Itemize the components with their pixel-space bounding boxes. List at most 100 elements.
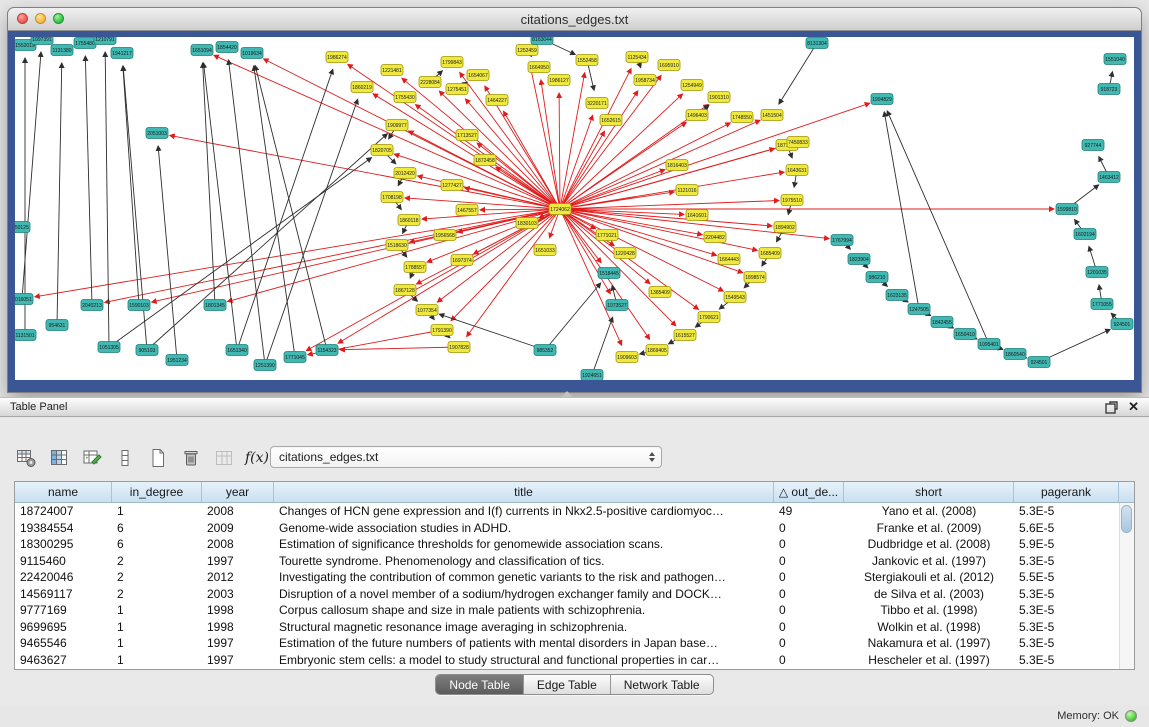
- graph-edge[interactable]: [402, 78, 560, 209]
- graph-node[interactable]: 1602194: [1074, 229, 1096, 240]
- graph-node[interactable]: 1790621: [698, 312, 720, 323]
- column-header-title[interactable]: title: [274, 482, 774, 502]
- delete-table-icon[interactable]: [179, 446, 203, 470]
- graph-node[interactable]: 1956568: [434, 230, 456, 241]
- table-cell[interactable]: 2008: [202, 537, 274, 551]
- graph-node[interactable]: 1695910: [658, 60, 680, 71]
- close-panel-icon[interactable]: ✕: [1128, 401, 1139, 413]
- table-cell[interactable]: 5.5E-5: [1014, 570, 1119, 584]
- graph-node[interactable]: 1552458: [576, 55, 598, 66]
- float-panel-icon[interactable]: [1105, 401, 1118, 414]
- table-cell[interactable]: 6: [112, 521, 202, 535]
- network-view-canvas[interactable]: 1724062198627418602191221481175543022280…: [15, 37, 1134, 380]
- table-cell[interactable]: 9465546: [15, 636, 112, 650]
- new-table-icon[interactable]: [146, 446, 170, 470]
- graph-node[interactable]: 1867128: [394, 285, 416, 296]
- graph-edge[interactable]: [85, 56, 92, 305]
- graph-node[interactable]: 1201035: [1086, 267, 1108, 278]
- graph-node[interactable]: 918723: [1098, 84, 1120, 95]
- graph-node[interactable]: 954631: [46, 320, 68, 331]
- table-row[interactable]: 946362711997Embryonic stem cells: a mode…: [15, 652, 1134, 669]
- tab-edge-table[interactable]: Edge Table: [524, 675, 611, 694]
- graph-node[interactable]: 7450833: [787, 137, 809, 148]
- graph-node[interactable]: 1697374: [451, 255, 473, 266]
- zoom-window-button[interactable]: [53, 13, 64, 24]
- graph-node[interactable]: 1221481: [381, 65, 403, 76]
- table-cell[interactable]: Tibbo et al. (1998): [844, 603, 1014, 617]
- close-window-button[interactable]: [17, 13, 28, 24]
- table-cell[interactable]: 5.3E-5: [1014, 554, 1119, 568]
- graph-node[interactable]: 1909603: [616, 352, 638, 363]
- table-row[interactable]: 1830029562008Estimation of significance …: [15, 536, 1134, 553]
- function-builder-icon[interactable]: f(x): [245, 446, 269, 470]
- graph-edge[interactable]: [560, 75, 661, 209]
- graph-node[interactable]: 1095401: [978, 339, 1000, 350]
- table-cell[interactable]: Investigating the contribution of common…: [274, 570, 774, 584]
- table-scrollbar[interactable]: [1119, 503, 1134, 669]
- graph-node[interactable]: 8163044: [531, 37, 553, 45]
- column-header-name[interactable]: name: [15, 482, 112, 502]
- table-cell[interactable]: Dudbridge et al. (2008): [844, 537, 1014, 551]
- table-cell[interactable]: Estimation of significance thresholds fo…: [274, 537, 774, 551]
- table-cell[interactable]: 1: [112, 603, 202, 617]
- citation-network-graph[interactable]: 1724062198627418602191221481175543022280…: [15, 37, 1134, 380]
- graph-node[interactable]: 1154323: [316, 345, 338, 356]
- column-header-in-degree[interactable]: in_degree: [112, 482, 202, 502]
- graph-node[interactable]: 1830103: [516, 218, 538, 229]
- graph-node[interactable]: 1251390: [254, 360, 276, 371]
- graph-edge[interactable]: [123, 66, 139, 305]
- table-cell[interactable]: de Silva et al. (2003): [844, 587, 1014, 601]
- graph-node[interactable]: 1951234: [166, 355, 188, 366]
- graph-node[interactable]: 1860118: [398, 215, 420, 226]
- graph-node[interactable]: 1872458: [474, 155, 496, 166]
- table-cell[interactable]: 0: [774, 587, 844, 601]
- graph-node[interactable]: 2040213: [81, 300, 103, 311]
- graph-node[interactable]: 1801345: [204, 300, 226, 311]
- graph-node[interactable]: 1975510: [781, 195, 803, 206]
- graph-node[interactable]: 1869405: [646, 345, 668, 356]
- graph-node[interactable]: 985352: [534, 345, 556, 356]
- graph-node[interactable]: 1599810: [1056, 204, 1078, 215]
- graph-node[interactable]: 1623135: [886, 290, 908, 301]
- table-cell[interactable]: 0: [774, 603, 844, 617]
- graph-edge[interactable]: [592, 317, 613, 375]
- table-cell[interactable]: 5.6E-5: [1014, 521, 1119, 535]
- table-cell[interactable]: 5.3E-5: [1014, 603, 1119, 617]
- graph-node[interactable]: 1860540: [1004, 349, 1026, 360]
- window-titlebar[interactable]: citations_edges.txt: [8, 8, 1141, 31]
- graph-node[interactable]: 1210791: [94, 37, 116, 45]
- table-cell[interactable]: 1997: [202, 653, 274, 667]
- table-cell[interactable]: Genome-wide association studies in ADHD.: [274, 521, 774, 535]
- graph-node[interactable]: 1615527: [674, 330, 696, 341]
- column-header-out-de-[interactable]: △ out_de...: [774, 482, 844, 502]
- graph-node[interactable]: 986210: [866, 272, 888, 283]
- table-settings-icon[interactable]: [14, 446, 38, 470]
- graph-node[interactable]: 1464227: [486, 95, 508, 106]
- graph-node[interactable]: 2204482: [704, 232, 726, 243]
- table-cell[interactable]: 49: [774, 504, 844, 518]
- minimize-window-button[interactable]: [35, 13, 46, 24]
- table-cell[interactable]: Corpus callosum shape and size in male p…: [274, 603, 774, 617]
- graph-node[interactable]: 1121016: [676, 185, 698, 196]
- table-cell[interactable]: Yano et al. (2008): [844, 504, 1014, 518]
- graph-node[interactable]: 1924651: [581, 370, 603, 381]
- graph-node[interactable]: 1958734: [634, 75, 656, 86]
- table-cell[interactable]: 18300295: [15, 537, 112, 551]
- graph-node[interactable]: 1941217: [111, 48, 133, 59]
- tab-network-table[interactable]: Network Table: [611, 675, 713, 694]
- table-cell[interactable]: 5.9E-5: [1014, 537, 1119, 551]
- graph-node[interactable]: 1860219: [351, 82, 373, 93]
- graph-node[interactable]: 1651094: [191, 45, 213, 56]
- graph-node[interactable]: 2012420: [394, 168, 416, 179]
- table-cell[interactable]: 5.3E-5: [1014, 504, 1119, 518]
- graph-node[interactable]: 1518630: [386, 240, 408, 251]
- graph-node[interactable]: 1685409: [759, 248, 781, 259]
- graph-node[interactable]: 1650125: [15, 222, 30, 233]
- graph-node[interactable]: 1451504: [761, 110, 783, 121]
- graph-node[interactable]: 1708198: [381, 192, 403, 203]
- table-cell[interactable]: 14569117: [15, 587, 112, 601]
- graph-edge[interactable]: [170, 135, 560, 209]
- row-height-icon[interactable]: [113, 446, 137, 470]
- graph-node[interactable]: 2228084: [419, 77, 441, 88]
- graph-node[interactable]: 1254949: [681, 80, 703, 91]
